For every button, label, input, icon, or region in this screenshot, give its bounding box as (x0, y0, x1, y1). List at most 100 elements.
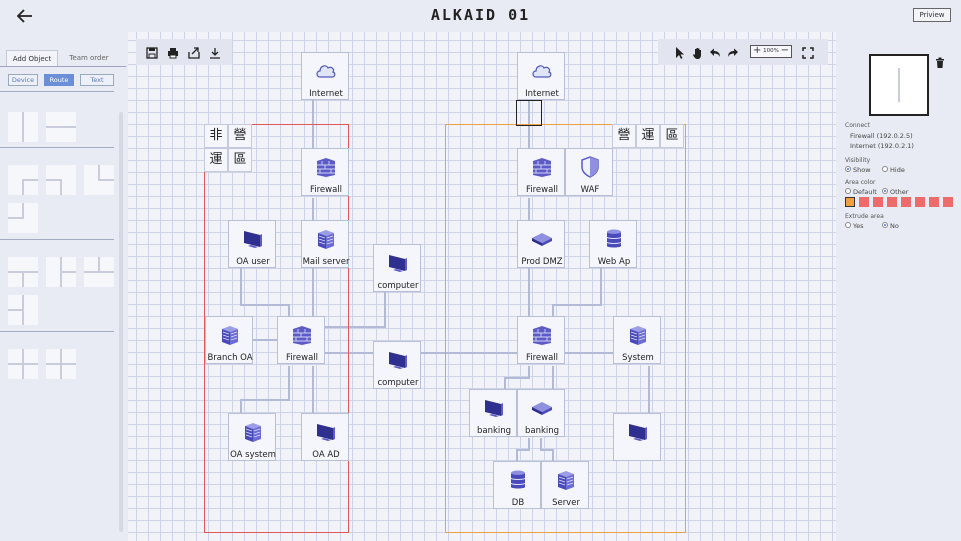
area-label-char: 營 (612, 124, 636, 148)
color-swatch[interactable] (943, 197, 953, 207)
color-swatch[interactable] (901, 197, 911, 207)
node-oa-ad[interactable]: OA AD (301, 413, 349, 461)
firewall-icon (533, 158, 551, 177)
left-panel-tabs: Add Object Team order (6, 50, 126, 66)
fullscreen-icon[interactable] (801, 45, 815, 59)
print-icon[interactable] (166, 45, 180, 59)
undo-icon[interactable] (708, 45, 722, 59)
monitor-icon (629, 424, 647, 441)
save-icon[interactable] (145, 45, 159, 59)
node-label: OA system (230, 450, 276, 460)
route-tile-corner[interactable] (8, 203, 38, 233)
route-tile-vertical[interactable] (8, 112, 38, 142)
tab-add-object[interactable]: Add Object (6, 50, 58, 66)
server-icon (630, 326, 646, 345)
area-color-default-radio[interactable] (845, 188, 851, 194)
subtab-route[interactable]: Route (44, 74, 74, 86)
hand-icon[interactable] (691, 45, 705, 59)
selection-handle[interactable] (516, 100, 542, 126)
node-web-ap[interactable]: Web Ap (589, 220, 637, 268)
node-label: computer (377, 378, 419, 388)
connection-item: Firewall (192.0.2.5) (850, 132, 913, 140)
monitor-icon (485, 400, 503, 417)
node-firewall[interactable]: Firewall (277, 316, 325, 364)
node-oa-system[interactable]: OA system (228, 413, 276, 461)
extrude-yes-radio[interactable] (845, 222, 851, 228)
route-tile-cross[interactable] (46, 349, 76, 379)
color-swatch[interactable] (859, 197, 869, 207)
color-swatch[interactable] (873, 197, 883, 207)
visibility-show-radio[interactable] (845, 166, 851, 172)
trash-icon[interactable] (935, 54, 945, 68)
color-swatch[interactable] (929, 197, 939, 207)
database-icon (606, 229, 622, 248)
zoom-out-icon[interactable]: − (781, 45, 789, 57)
monitor-icon (244, 231, 262, 248)
visibility-title: Visibility (845, 157, 871, 164)
area-label-char: 運 (636, 124, 660, 148)
node-mail-server[interactable]: Mail server (301, 220, 349, 268)
node-system[interactable]: System (613, 316, 661, 364)
node-label: Firewall (285, 353, 319, 363)
divider (0, 239, 114, 240)
route-tile-tee[interactable] (84, 257, 114, 287)
subtab-device[interactable]: Device (8, 74, 38, 86)
extrude-no-radio[interactable] (882, 222, 888, 228)
area-color-other-radio[interactable] (882, 188, 888, 194)
route-tile-tee[interactable] (46, 257, 76, 287)
area-label-char: 區 (228, 148, 252, 172)
node-monitor[interactable] (613, 413, 661, 461)
node-oa-user[interactable]: OA user (228, 220, 276, 268)
area-color-default-label: Default (853, 188, 877, 196)
area-color-other-label: Other (890, 188, 909, 196)
left-panel-scrollbar[interactable] (119, 112, 123, 532)
route-tile-horizontal[interactable] (46, 112, 76, 142)
route-tile-corner[interactable] (46, 165, 76, 195)
extrude-yes-label: Yes (853, 222, 864, 230)
node-server[interactable]: Server (541, 461, 589, 509)
node-computer[interactable]: computer (373, 341, 421, 389)
export-icon[interactable] (187, 45, 201, 59)
server-icon (558, 471, 574, 490)
zoom-control: + 100% − (750, 45, 792, 58)
route-preview (869, 54, 929, 116)
node-internet[interactable]: Internet (301, 52, 349, 100)
node-firewall[interactable]: Firewall (517, 316, 565, 364)
color-swatch[interactable] (887, 197, 897, 207)
node-computer[interactable]: computer (373, 244, 421, 292)
route-tile-tee[interactable] (8, 257, 38, 287)
zoom-in-icon[interactable]: + (753, 45, 761, 57)
tab-underline (0, 66, 126, 67)
preview-button[interactable]: Priview (913, 8, 951, 22)
node-label: banking (524, 426, 560, 436)
node-internet[interactable]: Internet (517, 52, 565, 100)
node-label: Firewall (309, 185, 343, 195)
redo-icon[interactable] (726, 45, 740, 59)
tab-team-order[interactable]: Team order (60, 50, 118, 66)
app-logo: ALKAID 01 (430, 6, 531, 24)
color-swatch[interactable] (915, 197, 925, 207)
route-tile-tee[interactable] (8, 295, 38, 325)
area-label-char: 營 (228, 124, 252, 148)
node-branch-oa[interactable]: Branch OA (205, 316, 253, 364)
route-tile-corner[interactable] (84, 165, 114, 195)
node-label: Firewall (525, 353, 559, 363)
extrude-no-label: No (890, 222, 899, 230)
node-waf[interactable]: WAF (565, 148, 613, 196)
route-tile-corner[interactable] (8, 165, 38, 195)
node-label: Internet (525, 89, 559, 99)
node-banking[interactable]: banking (517, 389, 565, 437)
node-firewall[interactable]: Firewall (301, 148, 349, 196)
color-swatch-selected[interactable] (845, 197, 855, 207)
node-label: Branch OA (207, 353, 253, 363)
route-tile-cross[interactable] (8, 349, 38, 379)
download-icon[interactable] (208, 45, 222, 59)
area-label-char: 非 (204, 124, 228, 148)
visibility-hide-radio[interactable] (882, 166, 888, 172)
pointer-icon[interactable] (672, 45, 686, 59)
node-prod-dmz[interactable]: Prod DMZ (517, 220, 565, 268)
top-bar: ALKAID 01 Priview (0, 0, 961, 32)
diagram-canvas[interactable]: 非 營 運 區 營 運 區 (128, 32, 836, 541)
node-label: System (622, 353, 654, 363)
subtab-text[interactable]: Text (80, 74, 114, 86)
